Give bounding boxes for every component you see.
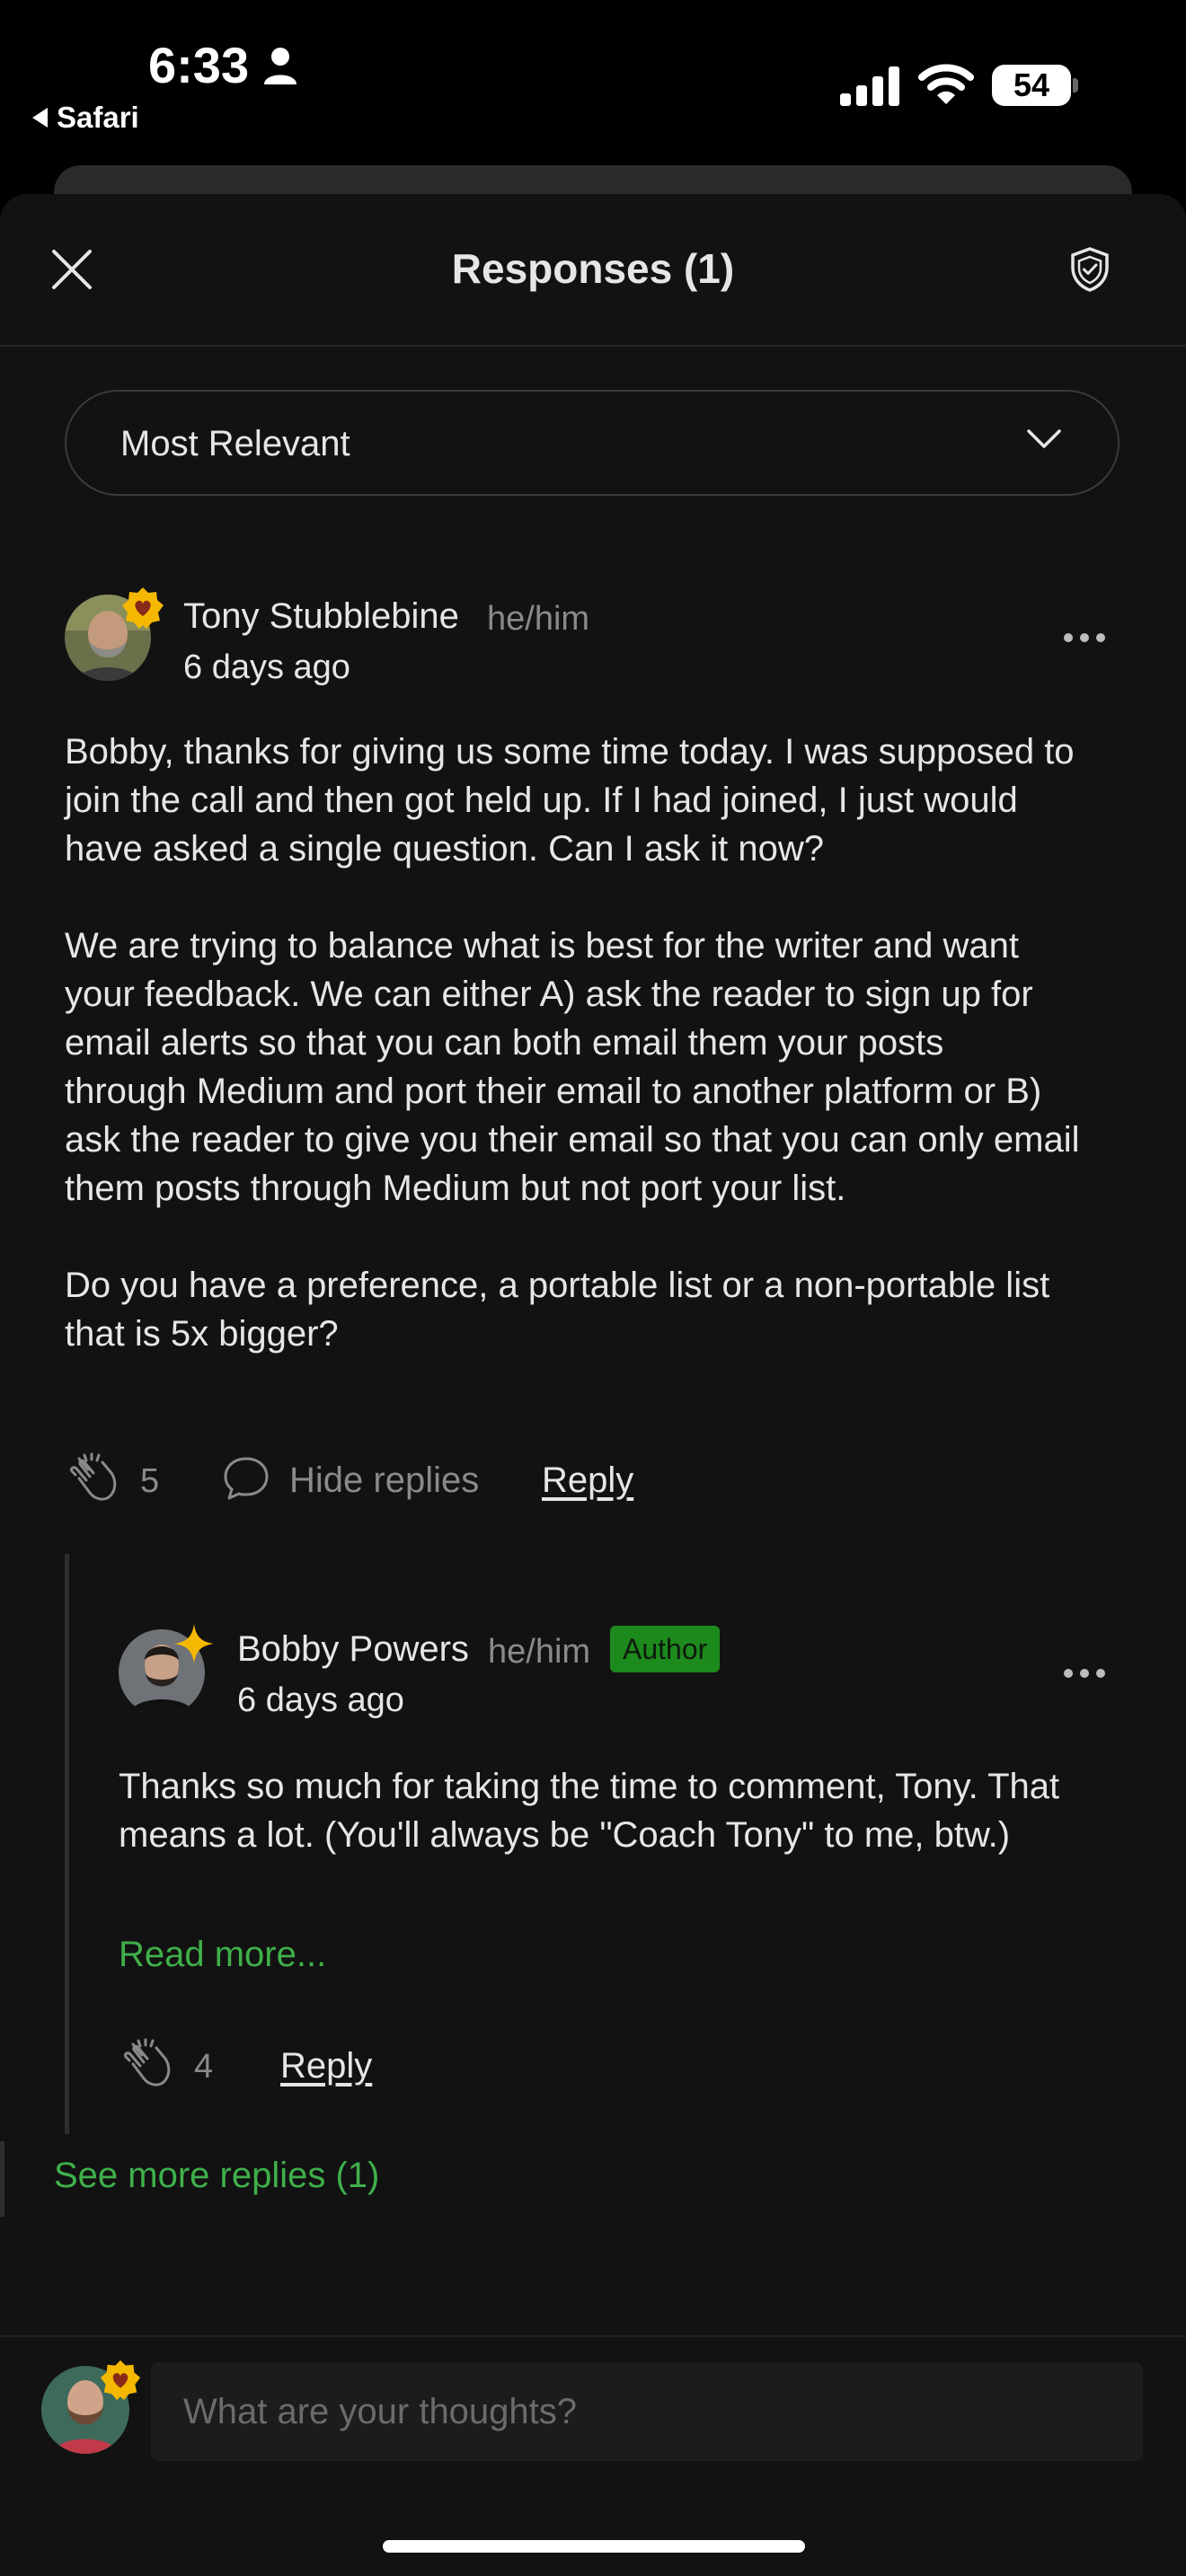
sort-selected-label: Most Relevant	[120, 424, 350, 463]
chevron-down-icon	[1027, 429, 1061, 448]
signal-icon	[840, 66, 899, 106]
back-to-safari[interactable]: Safari	[32, 101, 139, 135]
status-time: 6:33	[148, 37, 250, 93]
reply-clap-icon[interactable]	[120, 2037, 176, 2093]
reply-timestamp: 6 days ago	[237, 1681, 404, 1719]
comment-timestamp: 6 days ago	[183, 648, 350, 686]
author-badge: Author	[610, 1626, 721, 1672]
header-divider	[0, 345, 1186, 347]
reply-author-name[interactable]: Bobby Powers	[237, 1629, 469, 1670]
wifi-icon	[918, 64, 974, 104]
star-badge-icon	[174, 1624, 214, 1663]
see-more-bar	[0, 2141, 4, 2217]
back-arrow-icon	[32, 108, 48, 128]
reply-more-icon[interactable]	[1062, 1667, 1107, 1680]
comment-body: Bobby, thanks for giving us some time to…	[65, 732, 1080, 1354]
speech-bubble-icon[interactable]	[221, 1453, 271, 1504]
see-more-replies-link[interactable]: See more replies (1)	[54, 2156, 379, 2196]
hide-replies-button[interactable]: Hide replies	[289, 1460, 479, 1501]
reply-button[interactable]: Reply	[542, 1460, 633, 1501]
read-more-link[interactable]: Read more...	[119, 1935, 326, 1975]
more-icon[interactable]	[1062, 631, 1107, 644]
battery-indicator: 54	[992, 65, 1071, 106]
comment-clap-count: 5	[140, 1462, 160, 1500]
reply-body: Thanks so much for taking the time to co…	[119, 1767, 1060, 1855]
reply-clap-count: 4	[194, 2048, 214, 2086]
sheet-title: Responses (1)	[451, 245, 735, 292]
battery-terminal	[1073, 78, 1078, 93]
reply-author-pronouns: he/him	[488, 1633, 591, 1671]
responses-sheet	[0, 194, 1186, 2576]
response-input[interactable]	[151, 2362, 1143, 2461]
composer-divider	[0, 2335, 1186, 2337]
person-icon	[264, 48, 296, 84]
reply-reply-button[interactable]: Reply	[280, 2046, 372, 2086]
thread-line	[65, 1554, 69, 2134]
comment-author-pronouns: he/him	[487, 600, 590, 638]
membership-badge-icon	[122, 587, 164, 629]
shield-icon[interactable]	[1069, 246, 1111, 293]
user-membership-badge-icon	[100, 2360, 141, 2401]
sort-dropdown[interactable]: Most Relevant	[65, 390, 1120, 496]
home-indicator	[383, 2540, 805, 2553]
back-app-label: Safari	[57, 101, 139, 134]
comment-author-name[interactable]: Tony Stubblebine	[183, 596, 459, 637]
clap-icon[interactable]	[66, 1451, 122, 1507]
